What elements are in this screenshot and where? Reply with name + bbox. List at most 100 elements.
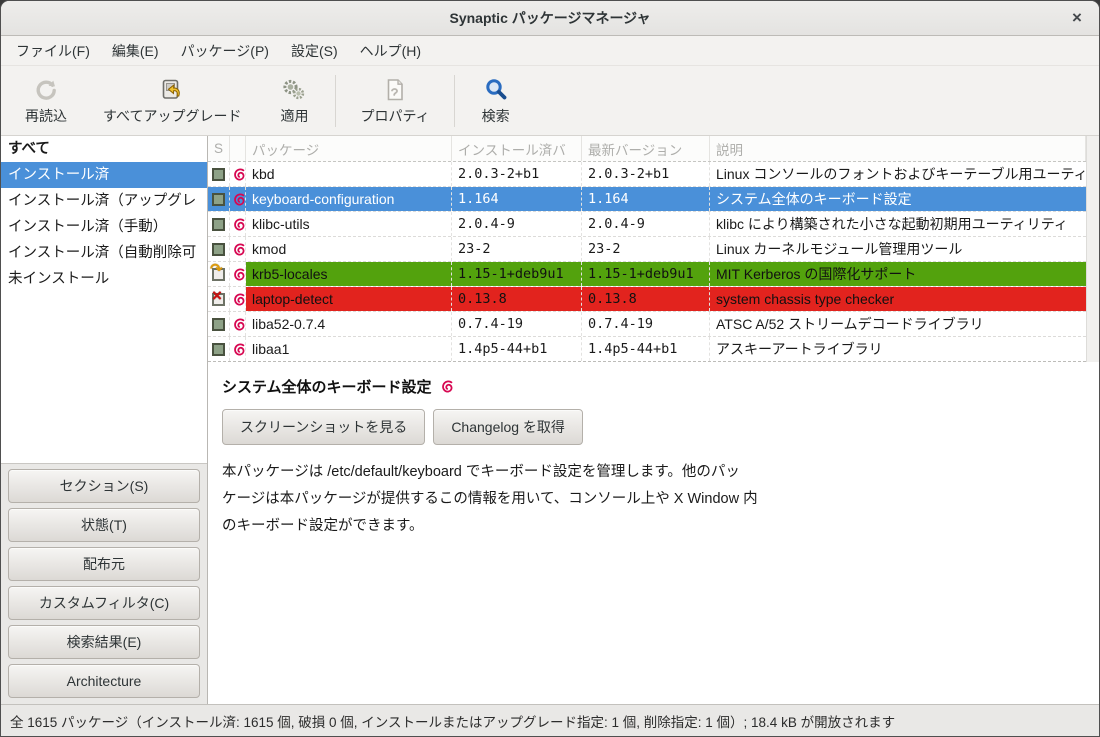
column-header-2[interactable]: パッケージ (246, 136, 452, 161)
latest-version: 1.15-1+deb9u1 (582, 262, 710, 286)
filter-list: すべてインストール済インストール済（アップグレインストール済（手動）インストール… (1, 136, 207, 464)
filter-item-4[interactable]: インストール済（自動削除可 (1, 240, 207, 266)
package-row-kmod[interactable]: kmod23-223-2Linux カーネルモジュール管理用ツール (208, 237, 1086, 262)
package-description: klibc により構築された小さな起動初期用ユーティリティ (710, 212, 1086, 236)
sidebar-architecture-button[interactable]: Architecture (8, 664, 200, 698)
sidebar-search-results-button[interactable]: 検索結果(E) (8, 625, 200, 659)
package-name: kmod (246, 237, 452, 261)
package-description: アスキーアートライブラリ (710, 337, 1086, 361)
vertical-scrollbar[interactable] (1086, 136, 1099, 362)
debian-swirl-icon (232, 167, 246, 182)
debian-swirl-icon (232, 217, 246, 232)
status-bar: 全 1615 パッケージ（インストール済: 1615 個, 破損 0 個, イン… (1, 704, 1099, 736)
package-row-libaa1[interactable]: libaa11.4p5-44+b11.4p5-44+b1アスキーアートライブラリ (208, 337, 1086, 362)
details-changelog-button[interactable]: Changelog を取得 (433, 409, 583, 445)
toolbar-reload-button[interactable]: 再読込 (7, 72, 85, 130)
package-row-laptop-detect[interactable]: ×laptop-detect0.13.80.13.8system chassis… (208, 287, 1086, 312)
installed-box-icon[interactable] (212, 218, 225, 231)
installed-box-icon[interactable] (212, 343, 225, 356)
debian-swirl-icon (232, 317, 246, 332)
package-name: liba52-0.7.4 (246, 312, 452, 336)
package-row-liba52-0.7.4[interactable]: liba52-0.7.40.7.4-190.7.4-19ATSC A/52 スト… (208, 312, 1086, 337)
toolbar-separator (454, 75, 455, 127)
details-buttons: スクリーンショットを見るChangelog を取得 (222, 409, 1085, 445)
close-icon[interactable]: × (1065, 6, 1089, 30)
sidebar-origin-button[interactable]: 配布元 (8, 547, 200, 581)
package-row-keyboard-configuration[interactable]: keyboard-configuration1.1641.164システム全体のキ… (208, 187, 1086, 212)
details-description: 本パッケージは /etc/default/keyboard でキーボード設定を管… (222, 459, 862, 540)
filter-item-3[interactable]: インストール済（手動） (1, 214, 207, 240)
package-name: keyboard-configuration (246, 187, 452, 211)
title-bar: Synaptic パッケージマネージャ × (1, 1, 1099, 36)
details-panel: システム全体のキーボード設定 スクリーンショットを見るChangelog を取得… (208, 368, 1099, 704)
installed-box-icon[interactable] (212, 193, 225, 206)
upgrade-all-icon (159, 76, 185, 104)
filter-item-1[interactable]: インストール済 (1, 162, 207, 188)
debian-swirl-icon (232, 242, 246, 257)
sidebar-status-button[interactable]: 状態(T) (8, 508, 200, 542)
latest-version: 2.0.4-9 (582, 212, 710, 236)
toolbar-apply-button[interactable]: 適用 (259, 72, 329, 130)
installed-version: 0.7.4-19 (452, 312, 582, 336)
installed-version: 1.164 (452, 187, 582, 211)
toolbar-properties-button[interactable]: プロパティ (342, 72, 447, 130)
sidebar-sections-button[interactable]: セクション(S) (8, 469, 200, 503)
details-title: システム全体のキーボード設定 (222, 376, 432, 397)
debian-swirl-icon (440, 379, 455, 394)
column-header-3[interactable]: インストール済バ (452, 136, 582, 161)
package-description: system chassis type checker (710, 287, 1086, 311)
menu-item-settings[interactable]: 設定(S) (280, 37, 349, 65)
installed-version: 23-2 (452, 237, 582, 261)
reinstall-arrow-glyph: ↷ (210, 262, 223, 277)
package-name: libaa1 (246, 337, 452, 361)
menu-item-file[interactable]: ファイル(F) (5, 37, 101, 65)
package-description: システム全体のキーボード設定 (710, 187, 1086, 211)
package-description: MIT Kerberos の国際化サポート (710, 262, 1086, 286)
debian-swirl-icon (232, 267, 246, 282)
package-name: krb5-locales (246, 262, 452, 286)
latest-version: 0.13.8 (582, 287, 710, 311)
remove-x-glyph: × (212, 288, 222, 303)
column-header-1[interactable] (230, 136, 246, 161)
sidebar-buttons: セクション(S) 状態(T) 配布元カスタムフィルタ(C) 検索結果(E) Archit… (1, 464, 207, 704)
filter-item-2[interactable]: インストール済（アップグレ (1, 188, 207, 214)
debian-swirl-icon (232, 192, 246, 207)
installed-version: 0.13.8 (452, 287, 582, 311)
menu-item-help[interactable]: ヘルプ(H) (349, 37, 432, 65)
package-description: Linux コンソールのフォントおよびキーテーブル用ユーティリティ (710, 162, 1086, 186)
package-row-kbd[interactable]: kbd2.0.3-2+b12.0.3-2+b1Linux コンソールのフォントお… (208, 162, 1086, 187)
reload-icon (33, 76, 59, 104)
package-row-krb5-locales[interactable]: ↷krb5-locales1.15-1+deb9u11.15-1+deb9u1M… (208, 262, 1086, 287)
sidebar: すべてインストール済インストール済（アップグレインストール済（手動）インストール… (1, 136, 208, 704)
sidebar-custom-filters-button[interactable]: カスタムフィルタ(C) (8, 586, 200, 620)
installed-box-icon[interactable] (212, 318, 225, 331)
main-area: すべてインストール済インストール済（アップグレインストール済（手動）インストール… (1, 136, 1099, 704)
toolbar-upgrade-all-button[interactable]: すべてアップグレード (85, 72, 259, 130)
apply-gears-icon (281, 76, 307, 104)
status-text: 全 1615 パッケージ（インストール済: 1615 個, 破損 0 個, イン… (10, 711, 895, 731)
toolbar-search-button[interactable]: 検索 (461, 72, 531, 130)
reinstall-arrow-icon[interactable]: ↷ (212, 268, 225, 281)
details-screenshot-button[interactable]: スクリーンショットを見る (222, 409, 425, 445)
menu-item-package[interactable]: パッケージ(P) (170, 37, 280, 65)
package-description: ATSC A/52 ストリームデコードライブラリ (710, 312, 1086, 336)
installed-version: 2.0.4-9 (452, 212, 582, 236)
remove-x-icon[interactable]: × (212, 293, 225, 306)
filter-item-5[interactable]: 未インストール (1, 266, 207, 292)
installed-box-icon[interactable] (212, 168, 225, 181)
search-icon (483, 76, 509, 104)
content-pane: S パッケージインストール済バ最新バージョン説明 kbd2.0.3-2+b12.0… (208, 136, 1099, 704)
package-name: klibc-utils (246, 212, 452, 236)
debian-swirl-icon (232, 342, 246, 357)
menu-item-edit[interactable]: 編集(E) (101, 37, 170, 65)
package-row-klibc-utils[interactable]: klibc-utils2.0.4-92.0.4-9klibc により構築された小… (208, 212, 1086, 237)
column-header-5[interactable]: 説明 (710, 136, 1086, 161)
column-header-0[interactable]: S (208, 136, 230, 161)
latest-version: 2.0.3-2+b1 (582, 162, 710, 186)
column-header-4[interactable]: 最新バージョン (582, 136, 710, 161)
toolbar-separator (335, 75, 336, 127)
installed-box-icon[interactable] (212, 243, 225, 256)
package-table: S パッケージインストール済バ最新バージョン説明 kbd2.0.3-2+b12.0… (208, 136, 1099, 362)
filter-item-0[interactable]: すべて (1, 136, 207, 162)
installed-version: 2.0.3-2+b1 (452, 162, 582, 186)
